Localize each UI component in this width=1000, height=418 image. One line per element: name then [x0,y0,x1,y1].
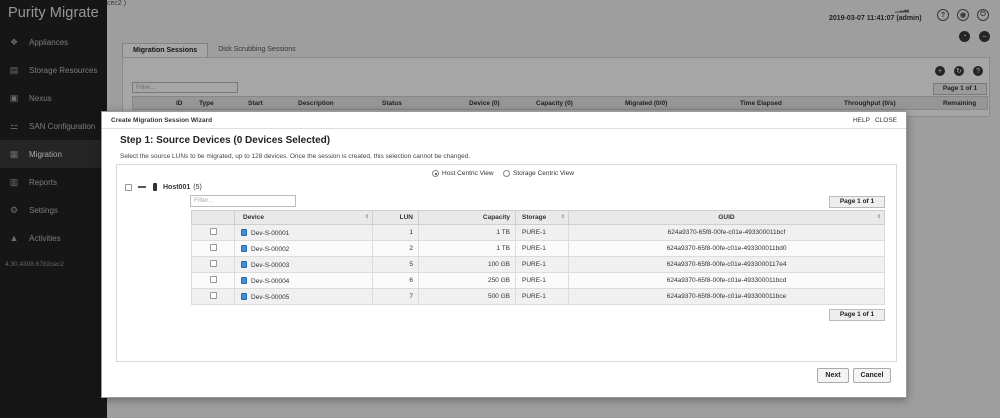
host-checkbox[interactable] [125,183,132,191]
storage-cell: PURE-1 [515,272,569,289]
storage-cell: PURE-1 [515,256,569,273]
close-link[interactable]: CLOSE [875,117,897,124]
device-filter-input[interactable]: Filter... [190,195,296,207]
guid-cell: 624a9370-65f8-00fe-c01e-4933000117e4 [568,256,885,273]
device-table: Device ⇕ LUN Capacity Storage ⇕ GUID ⇕ Dev-… [191,210,885,305]
storage-cell: PURE-1 [515,240,569,257]
option-label: Host Centric View [442,170,494,177]
capacity-cell: 1 TB [418,240,516,257]
device-name: Dev-S-00003 [251,261,290,269]
row-checkbox[interactable] [209,276,217,283]
table-row[interactable]: Dev-S-00005 7 500 GB PURE-1 624a9370-65f… [191,288,885,305]
sort-icon: ⇕ [560,214,565,220]
step-description: Select the source LUNs to be migrated, u… [120,153,471,160]
storage-cell: PURE-1 [515,224,569,241]
device-name: Dev-S-00004 [251,277,290,285]
device-name: Dev-S-00005 [251,293,290,301]
dialog-title: Create Migration Session Wizard [111,117,213,124]
device-name: Dev-S-00001 [251,229,290,237]
lun-cell: 7 [372,288,419,305]
row-checkbox[interactable] [209,244,217,251]
sort-icon: ⇕ [876,214,881,220]
pager-bottom[interactable]: Page 1 of 1 [829,309,885,321]
device-icon [241,244,247,252]
capacity-cell: 100 GB [418,256,516,273]
migration-wizard-dialog: Create Migration Session Wizard HELP CLO… [101,111,907,398]
capacity-cell: 250 GB [418,272,516,289]
sort-icon: ⇕ [364,214,369,220]
device-icon [241,276,247,284]
next-button[interactable]: Next [817,368,849,383]
host-row: Host001 (5) [125,183,202,191]
row-checkbox[interactable] [209,228,217,235]
option-label: Storage Centric View [513,170,574,177]
pager-top[interactable]: Page 1 of 1 [829,196,885,208]
row-checkbox[interactable] [209,292,217,299]
select-column-header [191,210,235,225]
host-centric-view-option[interactable]: Host Centric View [432,170,494,177]
lun-cell: 5 [372,256,419,273]
help-link[interactable]: HELP [853,117,870,124]
lun-cell: 2 [372,240,419,257]
device-icon [241,260,247,268]
storage-centric-view-option[interactable]: Storage Centric View [503,170,574,177]
storage-cell: PURE-1 [515,288,569,305]
device-name: Dev-S-00002 [251,245,290,253]
table-row[interactable]: Dev-S-00003 5 100 GB PURE-1 624a9370-65f… [191,256,885,273]
row-checkbox[interactable] [209,260,217,267]
column-header-device[interactable]: Device ⇕ [234,210,373,225]
host-name: Host001 [163,183,191,191]
capacity-cell: 500 GB [418,288,516,305]
device-icon [241,228,247,236]
column-header-guid[interactable]: GUID ⇕ [568,210,885,225]
lun-cell: 6 [372,272,419,289]
table-row[interactable]: Dev-S-00002 2 1 TB PURE-1 624a9370-65f8-… [191,240,885,257]
guid-cell: 624a9370-65f8-00fe-c01e-493300011bcf [568,224,885,241]
column-header-lun[interactable]: LUN [372,210,419,225]
radio-button[interactable] [503,170,510,177]
cancel-button[interactable]: Cancel [853,368,891,383]
guid-cell: 624a9370-65f8-00fe-c01e-493300011bcd [568,272,885,289]
column-header-storage[interactable]: Storage ⇕ [515,210,569,225]
table-row[interactable]: Dev-S-00004 6 250 GB PURE-1 624a9370-65f… [191,272,885,289]
guid-cell: 624a9370-65f8-00fe-c01e-493300011bd0 [568,240,885,257]
host-device-count: (5) [193,183,202,191]
table-header-row: Device ⇕ LUN Capacity Storage ⇕ GUID ⇕ [191,210,885,225]
collapse-icon[interactable] [138,186,146,188]
divider [102,128,906,129]
table-row[interactable]: Dev-S-00001 1 1 TB PURE-1 624a9370-65f8-… [191,224,885,241]
server-icon [153,183,157,191]
lun-cell: 1 [372,224,419,241]
step-title: Step 1: Source Devices (0 Devices Select… [120,135,331,146]
radio-button[interactable] [432,170,439,177]
guid-cell: 624a9370-65f8-00fe-c01e-493300011bce [568,288,885,305]
column-header-capacity[interactable]: Capacity [418,210,516,225]
capacity-cell: 1 TB [418,224,516,241]
device-icon [241,292,247,300]
dialog-links: HELP CLOSE [853,117,897,124]
